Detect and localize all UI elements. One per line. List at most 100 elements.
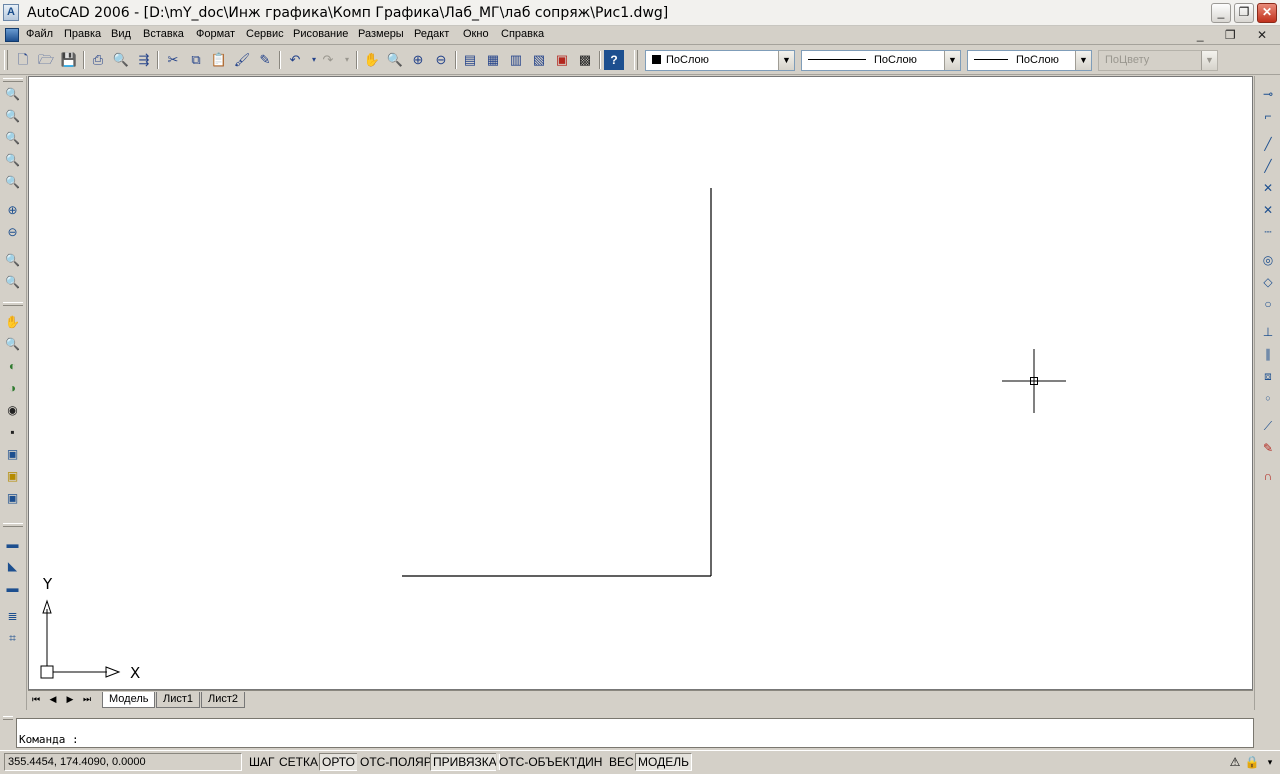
snap-parallel-icon[interactable]: ∥ — [1258, 345, 1278, 364]
pan-realtime-icon[interactable]: ✋ — [3, 313, 22, 332]
undo-icon[interactable]: ↶ — [285, 50, 305, 70]
zoom-scale-icon[interactable]: 🔍 — [3, 129, 22, 148]
status-model-button[interactable]: МОДЕЛЬ — [635, 753, 692, 771]
snap-midpoint-icon[interactable]: ╱ — [1258, 157, 1278, 176]
status-snap-button[interactable]: ШАГ — [246, 753, 278, 771]
paste-icon[interactable]: 📋 — [209, 50, 229, 70]
markup-icon[interactable]: ▣ — [552, 50, 572, 70]
cut-icon[interactable]: ✂ — [163, 50, 183, 70]
snap-from-icon[interactable]: ⌐ — [1258, 107, 1278, 126]
snap-intersection-icon[interactable]: ✕ — [1258, 179, 1278, 198]
fly-icon[interactable]: ▣ — [3, 489, 22, 508]
menu-help[interactable]: Справка — [501, 28, 544, 40]
tab-first-icon[interactable]: ⏮ — [28, 692, 44, 707]
menu-tools[interactable]: Сервис — [246, 28, 284, 40]
sheet-set-icon[interactable]: ▧ — [529, 50, 549, 70]
camera-icon[interactable]: ▪ — [3, 423, 22, 442]
zoom-realtime-icon[interactable]: 🔍 — [3, 335, 22, 354]
zoom-window-icon[interactable]: ⊕ — [408, 50, 428, 70]
status-ortho-button[interactable]: ОРТО — [319, 753, 358, 771]
tab-next-icon[interactable]: ▶ — [62, 692, 78, 707]
layer-combo[interactable]: ПоСлою ▼ — [645, 50, 795, 71]
dimension-linear-icon[interactable]: ▬ — [3, 535, 22, 554]
snap-none-icon[interactable]: ✎ — [1258, 439, 1278, 458]
chevron-down-icon[interactable]: ▼ — [944, 51, 960, 70]
status-grid-button[interactable]: СЕТКА — [276, 753, 321, 771]
match-properties-icon[interactable]: 🖌 — [232, 50, 252, 70]
continuous-orbit-icon[interactable]: ◉ — [3, 401, 22, 420]
help-icon[interactable]: ? — [604, 50, 624, 70]
menu-window[interactable]: Окно — [463, 28, 489, 40]
zoom-center-icon[interactable]: 🔍 — [3, 151, 22, 170]
walk-icon[interactable]: ▣ — [3, 467, 22, 486]
calculator-icon[interactable]: ▩ — [575, 50, 595, 70]
zoom-all-icon[interactable]: 🔍 — [3, 251, 22, 270]
status-osnap-button[interactable]: ПРИВЯЗКА — [430, 753, 500, 771]
redo-dropdown-icon[interactable]: ▾ — [337, 50, 357, 70]
autocad-app-icon[interactable]: A — [3, 4, 19, 21]
snap-nearest-icon[interactable]: ⟋ — [1258, 417, 1278, 436]
lineweight-combo[interactable]: ПоСлою ▼ — [967, 50, 1092, 71]
print-icon[interactable]: ⎙ — [88, 50, 108, 70]
zoom-realtime-icon[interactable]: 🔍 — [385, 50, 405, 70]
redo-icon[interactable]: ↷ — [318, 50, 338, 70]
swivel-icon[interactable]: ▣ — [3, 445, 22, 464]
publish-icon[interactable]: ⇶ — [134, 50, 154, 70]
tab-model[interactable]: Модель — [102, 692, 156, 708]
zoom-dynamic-icon[interactable]: 🔍 — [3, 107, 22, 126]
snap-center-icon[interactable]: ◎ — [1258, 251, 1278, 270]
tab-sheet1[interactable]: Лист1 — [156, 692, 201, 708]
chevron-down-icon[interactable]: ▼ — [778, 51, 794, 70]
status-dyn-button[interactable]: ДИН — [574, 753, 606, 771]
close-button[interactable]: ✕ — [1257, 3, 1277, 23]
tab-last-icon[interactable]: ⏭ — [79, 692, 95, 707]
zoom-window-icon[interactable]: 🔍 — [3, 85, 22, 104]
menu-view[interactable]: Вид — [111, 28, 131, 40]
snap-perpendicular-icon[interactable]: ⊥ — [1258, 323, 1278, 342]
snap-apparent-intersection-icon[interactable]: ✕ — [1258, 201, 1278, 220]
command-line-input[interactable]: Команда : — [16, 718, 1254, 748]
toolbar-grip[interactable] — [3, 523, 23, 527]
toolbar-grip[interactable] — [3, 302, 23, 306]
minimize-button[interactable]: _ — [1211, 3, 1231, 23]
new-icon[interactable]: 🗋 — [13, 50, 33, 70]
document-window-controls[interactable]: _ ❐ ✕ — [1197, 28, 1276, 42]
chevron-down-icon[interactable]: ▼ — [1075, 51, 1091, 70]
menu-draw[interactable]: Рисование — [293, 28, 348, 40]
zoom-extents-icon[interactable]: 🔍 — [3, 273, 22, 292]
toolbar-grip[interactable] — [4, 50, 8, 70]
snap-insert-icon[interactable]: ⧈ — [1258, 367, 1278, 386]
zoom-in-icon[interactable]: ⊕ — [3, 201, 22, 220]
tab-sheet2[interactable]: Лист2 — [201, 692, 246, 708]
status-menu-chevron-down-icon[interactable]: ▾ — [1262, 754, 1278, 770]
snap-temporary-track-icon[interactable]: ⊸ — [1258, 85, 1278, 104]
linetype-combo[interactable]: ПоСлою ▼ — [801, 50, 961, 71]
drawing-canvas[interactable]: Y X — [28, 76, 1253, 690]
status-lwt-button[interactable]: ВЕС — [606, 753, 637, 771]
menu-modify[interactable]: Редакт — [414, 28, 449, 40]
dimension-aligned-icon[interactable]: ◣ — [3, 557, 22, 576]
copy-icon[interactable]: ⧉ — [186, 50, 206, 70]
snap-quadrant-icon[interactable]: ◇ — [1258, 273, 1278, 292]
osnap-settings-icon[interactable]: ∩ — [1258, 467, 1278, 486]
menu-file[interactable]: Файл — [26, 28, 53, 40]
snap-tangent-icon[interactable]: ○ — [1258, 295, 1278, 314]
dimension-arc-icon[interactable]: ▬ — [3, 579, 22, 598]
properties-icon[interactable]: ▤ — [460, 50, 480, 70]
pan-icon[interactable]: ✋ — [362, 50, 382, 70]
zoom-object-icon[interactable]: 🔍 — [3, 173, 22, 192]
save-icon[interactable]: 💾 — [59, 50, 79, 70]
orbit-icon[interactable]: ◐ — [3, 357, 22, 376]
tab-prev-icon[interactable]: ◀ — [45, 692, 61, 707]
snap-node-icon[interactable]: ○ — [1258, 389, 1278, 408]
communication-center-icon[interactable]: ⚠ — [1227, 754, 1243, 770]
dimension-ordinate-icon[interactable]: ≣ — [3, 607, 22, 626]
preview-icon[interactable]: 🔍 — [111, 50, 131, 70]
snap-endpoint-icon[interactable]: ╱ — [1258, 135, 1278, 154]
lock-icon[interactable]: 🔒 — [1244, 754, 1260, 770]
menu-dimension[interactable]: Размеры — [358, 28, 404, 40]
block-editor-icon[interactable]: ✎ — [255, 50, 275, 70]
tool-palettes-icon[interactable]: ▥ — [506, 50, 526, 70]
command-line-grip[interactable] — [3, 716, 13, 720]
free-orbit-icon[interactable]: ◑ — [3, 379, 22, 398]
